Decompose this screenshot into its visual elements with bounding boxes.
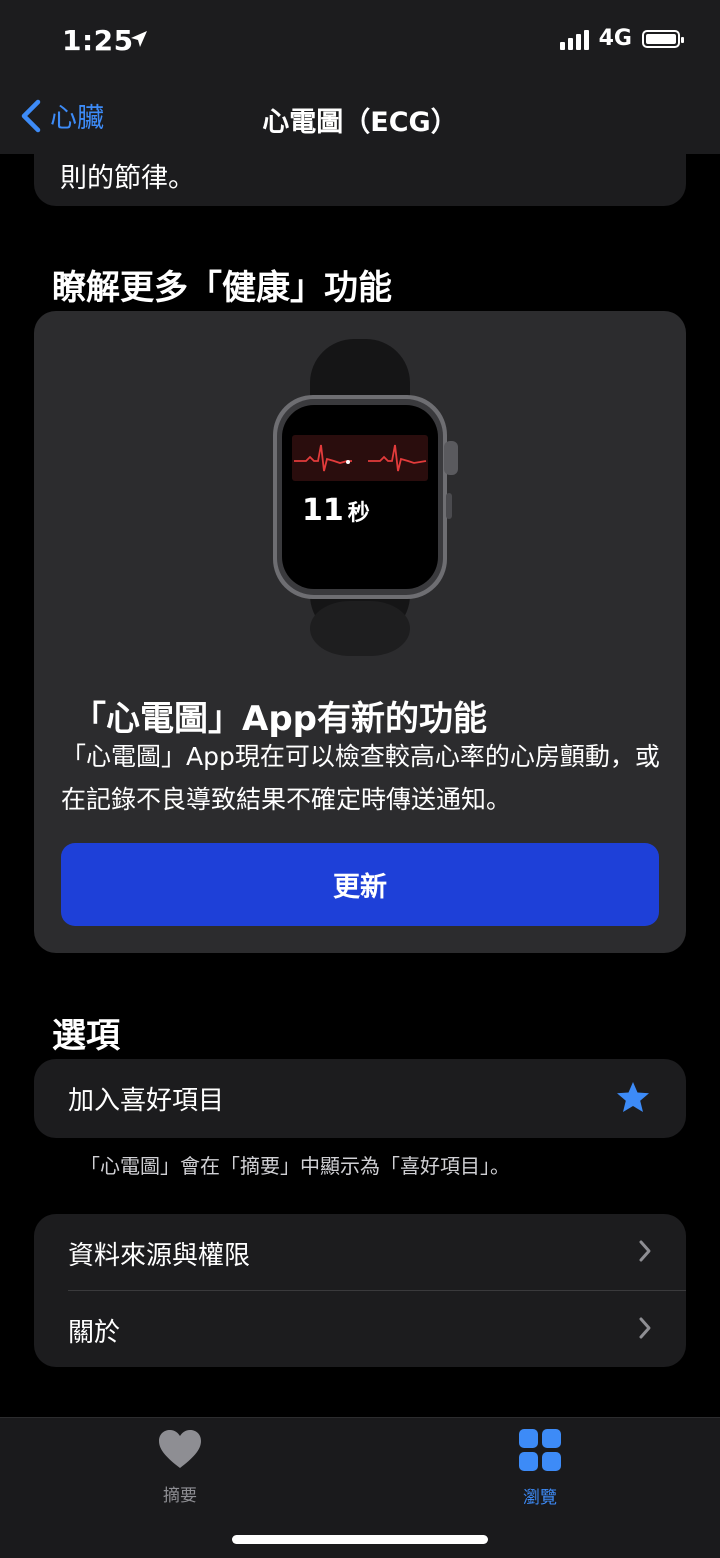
about-label: 關於 [68, 1317, 121, 1348]
tab-browse[interactable]: 瀏覽 [490, 1428, 590, 1508]
about-row[interactable]: 關於 [34, 1291, 686, 1369]
watch-timer-value: 11 [302, 493, 344, 528]
location-arrow-icon [130, 30, 148, 52]
info-card-text: 則的節律。 [60, 163, 195, 194]
battery-icon [642, 29, 684, 48]
status-indicators: 4G [559, 26, 684, 51]
grid-icon [519, 1429, 561, 1471]
status-time: 1:25 [62, 24, 134, 57]
options-heading: 選項 [52, 1016, 120, 1056]
tab-summary[interactable]: 摘要 [130, 1428, 230, 1506]
tab-browse-label: 瀏覽 [523, 1488, 557, 1508]
settings-card: 資料來源與權限 關於 [34, 1214, 686, 1367]
feature-promo-card: 11 秒 「心電圖」App有新的功能 「心電圖」App現在可以檢查較高心率的心房… [34, 311, 686, 953]
update-button[interactable]: 更新 [61, 843, 659, 926]
favorite-card: 加入喜好項目 [34, 1059, 686, 1138]
chevron-right-icon [638, 1239, 652, 1267]
star-icon[interactable] [616, 1081, 650, 1118]
chevron-right-icon [638, 1316, 652, 1344]
favorite-note: 「心電圖」會在「摘要」中顯示為「喜好項目」。 [80, 1154, 510, 1178]
heart-icon [159, 1430, 201, 1468]
add-favorite-label: 加入喜好項目 [68, 1085, 225, 1116]
promo-title: 「心電圖」App有新的功能 [72, 699, 487, 739]
learn-more-heading: 瞭解更多「健康」功能 [52, 268, 392, 308]
signal-icon [559, 28, 589, 50]
page-title: 心電圖（ECG） [262, 107, 458, 138]
watch-illustration: 11 秒 [34, 311, 686, 671]
watch-timer: 11 秒 [302, 493, 370, 528]
data-sources-row[interactable]: 資料來源與權限 [34, 1214, 686, 1292]
promo-description: 「心電圖」App現在可以檢查較高心率的心房顫動，或在記錄不良導致結果不確定時傳送… [61, 742, 660, 814]
data-sources-label: 資料來源與權限 [68, 1240, 251, 1271]
watch-timer-unit: 秒 [347, 501, 370, 526]
add-favorite-row[interactable]: 加入喜好項目 [34, 1059, 686, 1137]
navigation-bar: 1:25 4G 心臟 心電圖（ECG） [0, 0, 720, 154]
tab-summary-label: 摘要 [163, 1486, 197, 1506]
network-type: 4G [598, 26, 632, 51]
home-indicator[interactable] [232, 1535, 488, 1544]
